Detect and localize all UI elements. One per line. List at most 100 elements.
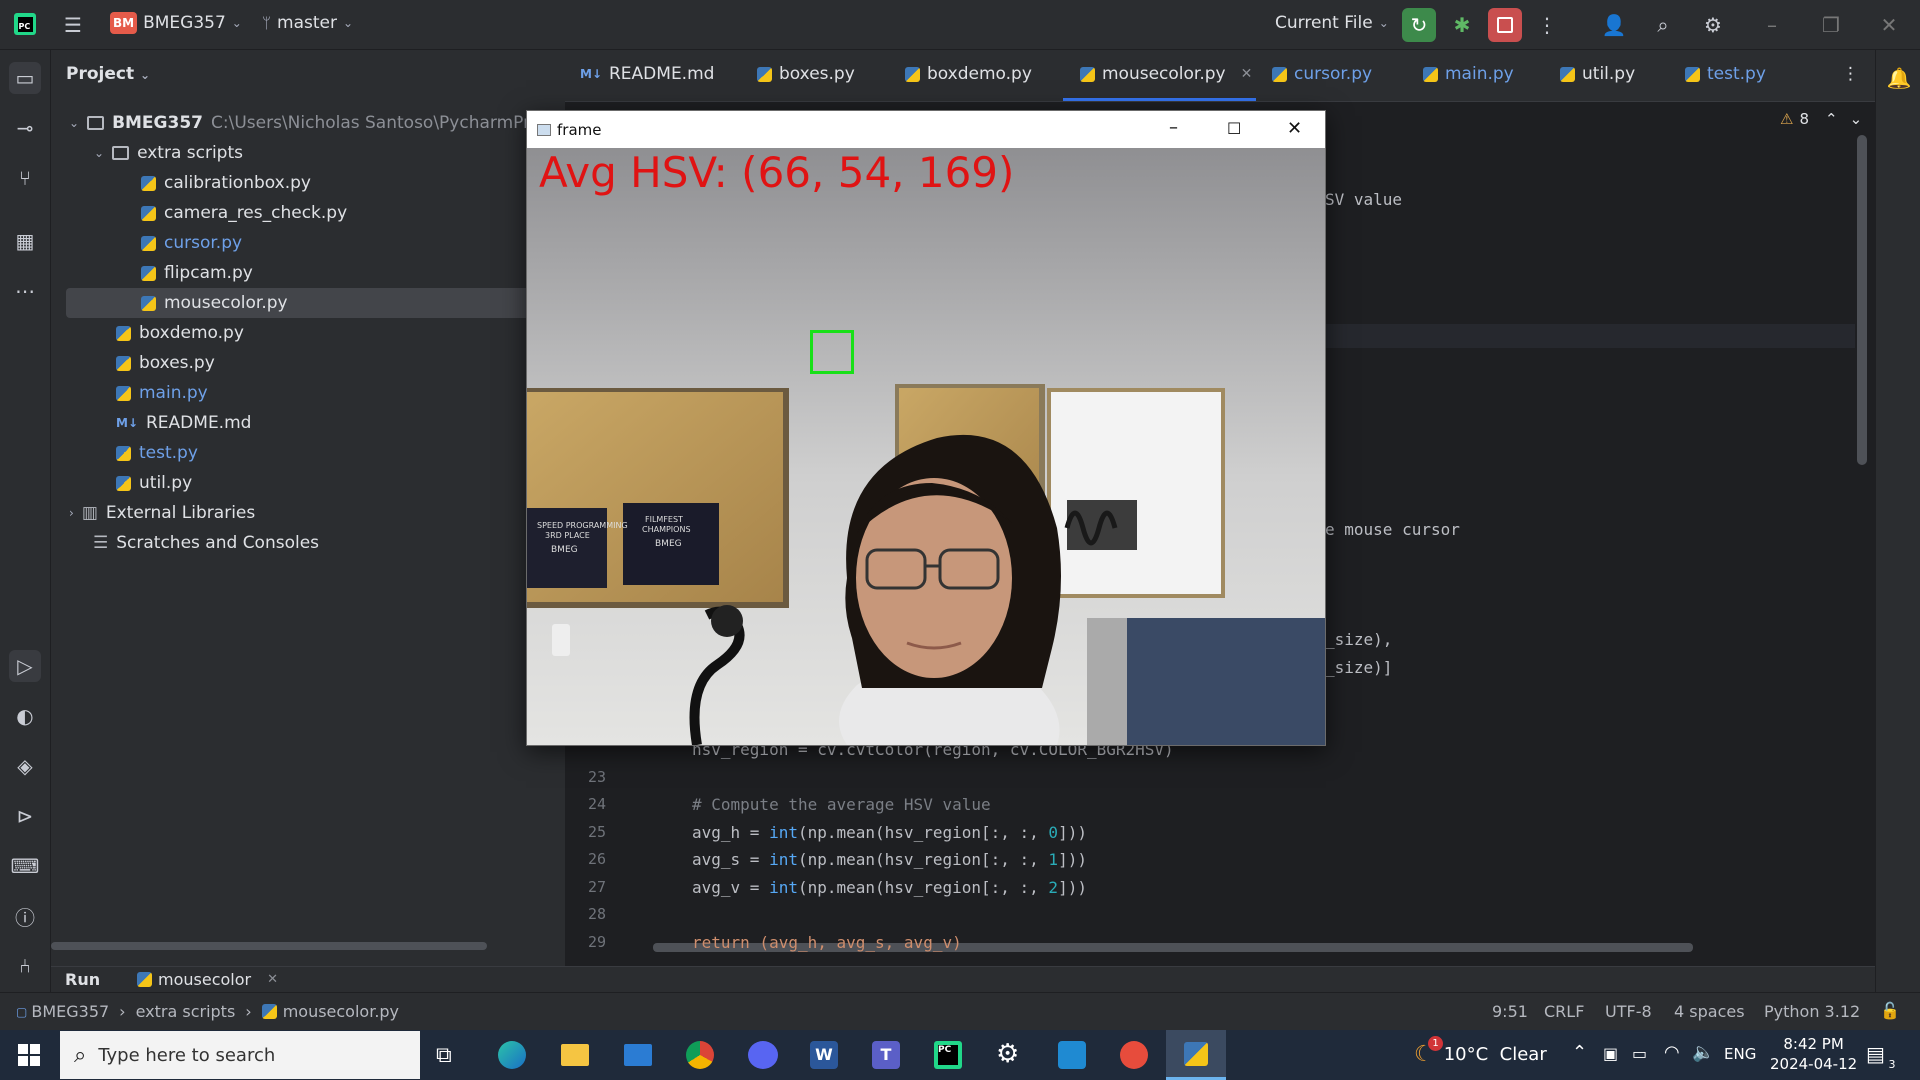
tab-main[interactable]: main.py [1423, 64, 1514, 84]
git-icon[interactable]: ⑃ [9, 950, 41, 982]
run-label[interactable]: Run [65, 970, 100, 989]
settings-gear-icon[interactable]: ⚙ [1696, 8, 1730, 42]
tray-meet-icon[interactable]: ▣ [1603, 1044, 1618, 1063]
opencv-frame-window[interactable]: frame – ☐ ✕ SPEED PROGRAMMING 3RD PLACE … [526, 110, 1326, 746]
settings-taskbar-icon[interactable]: ⚙ [996, 1039, 1019, 1069]
tree-scratches[interactable]: ☰ Scratches and Consoles [93, 528, 319, 558]
main-menu-icon[interactable]: ☰ [56, 8, 90, 42]
python-console-icon[interactable]: ◐ [9, 700, 41, 732]
tab-test[interactable]: test.py [1685, 64, 1766, 84]
clock[interactable]: 8:42 PM 2024-04-12 [1770, 1034, 1857, 1074]
tab-mousecolor[interactable]: mousecolor.py ✕ [1080, 64, 1252, 84]
indent-setting[interactable]: 4 spaces [1674, 1002, 1745, 1021]
cursor-position[interactable]: 9:51 [1492, 1002, 1528, 1021]
more-actions-icon[interactable]: ⋮ [1530, 8, 1564, 42]
chrome-icon[interactable] [686, 1041, 714, 1069]
snipping-tool-icon[interactable] [1120, 1041, 1148, 1069]
photos-icon[interactable] [1058, 1041, 1086, 1069]
terminal-icon[interactable]: ⌨ [9, 850, 41, 882]
problems-icon[interactable]: ⓘ [9, 900, 41, 932]
pycharm-logo-icon[interactable]: PC [14, 13, 36, 35]
project-panel-title[interactable]: Project ⌄ [66, 64, 150, 84]
python-taskbar-icon[interactable] [1166, 1030, 1226, 1080]
breadcrumb-project[interactable]: BMEG357 [31, 1002, 109, 1021]
breadcrumb-file[interactable]: mousecolor.py [283, 1002, 399, 1021]
tab-overflow-icon[interactable]: ⋮ [1842, 64, 1859, 84]
tree-file[interactable]: util.py [116, 468, 192, 498]
taskbar-search-box[interactable]: ⌕ Type here to search [60, 1031, 420, 1079]
tree-file[interactable]: calibrationbox.py [141, 168, 311, 198]
tab-readme[interactable]: M↓ README.md [580, 64, 714, 84]
tree-file[interactable]: camera_res_check.py [141, 198, 347, 228]
tree-file[interactable]: main.py [116, 378, 208, 408]
tab-boxes[interactable]: boxes.py [757, 64, 855, 84]
tree-file[interactable]: boxes.py [116, 348, 215, 378]
teams-icon[interactable]: T [872, 1041, 900, 1069]
minimize-icon[interactable]: – [1755, 8, 1789, 42]
add-user-icon[interactable]: 👤 [1597, 8, 1631, 42]
more-tools-icon[interactable]: ⋯ [9, 275, 41, 307]
python-interpreter[interactable]: Python 3.12 [1764, 1002, 1860, 1021]
tab-util[interactable]: util.py [1560, 64, 1635, 84]
mail-icon[interactable] [624, 1044, 652, 1066]
tree-folder-extra-scripts[interactable]: ⌄ extra scripts [94, 138, 243, 168]
notifications-bell-icon[interactable]: 🔔 [1883, 62, 1915, 94]
file-encoding[interactable]: UTF-8 [1605, 1002, 1652, 1021]
tree-file[interactable]: test.py [116, 438, 198, 468]
discord-icon[interactable] [748, 1041, 778, 1069]
vertical-scrollbar[interactable] [1857, 135, 1867, 465]
close-icon[interactable]: ✕ [1872, 8, 1906, 42]
debug-icon[interactable]: ✱ [1445, 8, 1479, 42]
tree-file[interactable]: flipcam.py [141, 258, 253, 288]
frame-minimize-icon[interactable]: – [1169, 117, 1178, 138]
restore-icon[interactable]: ❐ [1814, 8, 1848, 42]
frame-close-icon[interactable]: ✕ [1287, 118, 1302, 139]
tab-boxdemo[interactable]: boxdemo.py [905, 64, 1032, 84]
structure-icon[interactable]: ▦ [9, 225, 41, 257]
edge-icon[interactable] [498, 1041, 526, 1069]
tray-chevron-up-icon[interactable]: ⌃ [1572, 1042, 1587, 1063]
weather-widget[interactable]: ☾ 1 10°C Clear [1414, 1036, 1547, 1067]
volume-icon[interactable]: 🔈 [1692, 1042, 1714, 1063]
tree-file[interactable]: M↓ README.md [116, 408, 251, 438]
warnings-indicator[interactable]: ⚠ 8 ⌃ ⌄ [1780, 110, 1862, 128]
line-separator[interactable]: CRLF [1544, 1002, 1584, 1021]
tree-file[interactable]: boxdemo.py [116, 318, 244, 348]
tree-external-libraries[interactable]: › ▥ External Libraries [69, 498, 255, 528]
tree-file[interactable]: cursor.py [141, 228, 242, 258]
pycharm-taskbar-icon[interactable]: PC [934, 1041, 962, 1069]
rerun-icon[interactable]: ↻ [1402, 8, 1436, 42]
tree-root[interactable]: ⌄ BMEG357 C:\Users\Nicholas Santoso\Pych… [69, 108, 555, 138]
tab-cursor[interactable]: cursor.py [1272, 64, 1372, 84]
file-explorer-icon[interactable] [561, 1044, 589, 1066]
lock-icon[interactable]: 🔓 [1880, 1001, 1900, 1020]
run-config-selector[interactable]: Current File ⌄ [1275, 13, 1389, 33]
tree-file-selected[interactable]: mousecolor.py [141, 288, 288, 318]
notification-center-icon[interactable]: ▤ [1866, 1042, 1885, 1066]
project-folder-icon[interactable]: ▭ [9, 62, 41, 94]
frame-titlebar[interactable]: frame – ☐ ✕ [527, 111, 1325, 148]
python-packages-icon[interactable]: ◈ [9, 750, 41, 782]
services-icon[interactable]: ⊳ [9, 800, 41, 832]
wifi-icon[interactable]: ◠ [1664, 1042, 1680, 1063]
chevron-down-icon[interactable]: ⌄ [1850, 110, 1863, 128]
word-icon[interactable]: W [810, 1041, 838, 1069]
frame-maximize-icon[interactable]: ☐ [1227, 119, 1241, 138]
commit-icon[interactable]: ⊸ [9, 112, 41, 144]
windows-start-icon[interactable] [18, 1044, 40, 1066]
breadcrumb-folder[interactable]: extra scripts [136, 1002, 236, 1021]
run-tool-icon[interactable]: ▷ [9, 650, 41, 682]
horizontal-scrollbar[interactable] [51, 942, 487, 950]
branch-switcher[interactable]: ᛘ master ⌄ [262, 13, 353, 33]
language-indicator[interactable]: ENG [1724, 1045, 1756, 1063]
pull-requests-icon[interactable]: ⑂ [9, 162, 41, 194]
chevron-up-icon[interactable]: ⌃ [1825, 110, 1838, 128]
project-switcher[interactable]: BM BMEG357 ⌄ [110, 12, 242, 34]
close-run-tab-icon[interactable]: ✕ [267, 972, 278, 987]
search-icon[interactable]: ⌕ [1646, 8, 1680, 42]
stop-icon[interactable] [1488, 8, 1522, 42]
battery-icon[interactable]: ▭ [1632, 1044, 1647, 1063]
run-tab[interactable]: mousecolor ✕ [137, 970, 278, 989]
close-tab-icon[interactable]: ✕ [1241, 66, 1253, 82]
task-view-icon[interactable]: ⧉ [436, 1043, 452, 1068]
